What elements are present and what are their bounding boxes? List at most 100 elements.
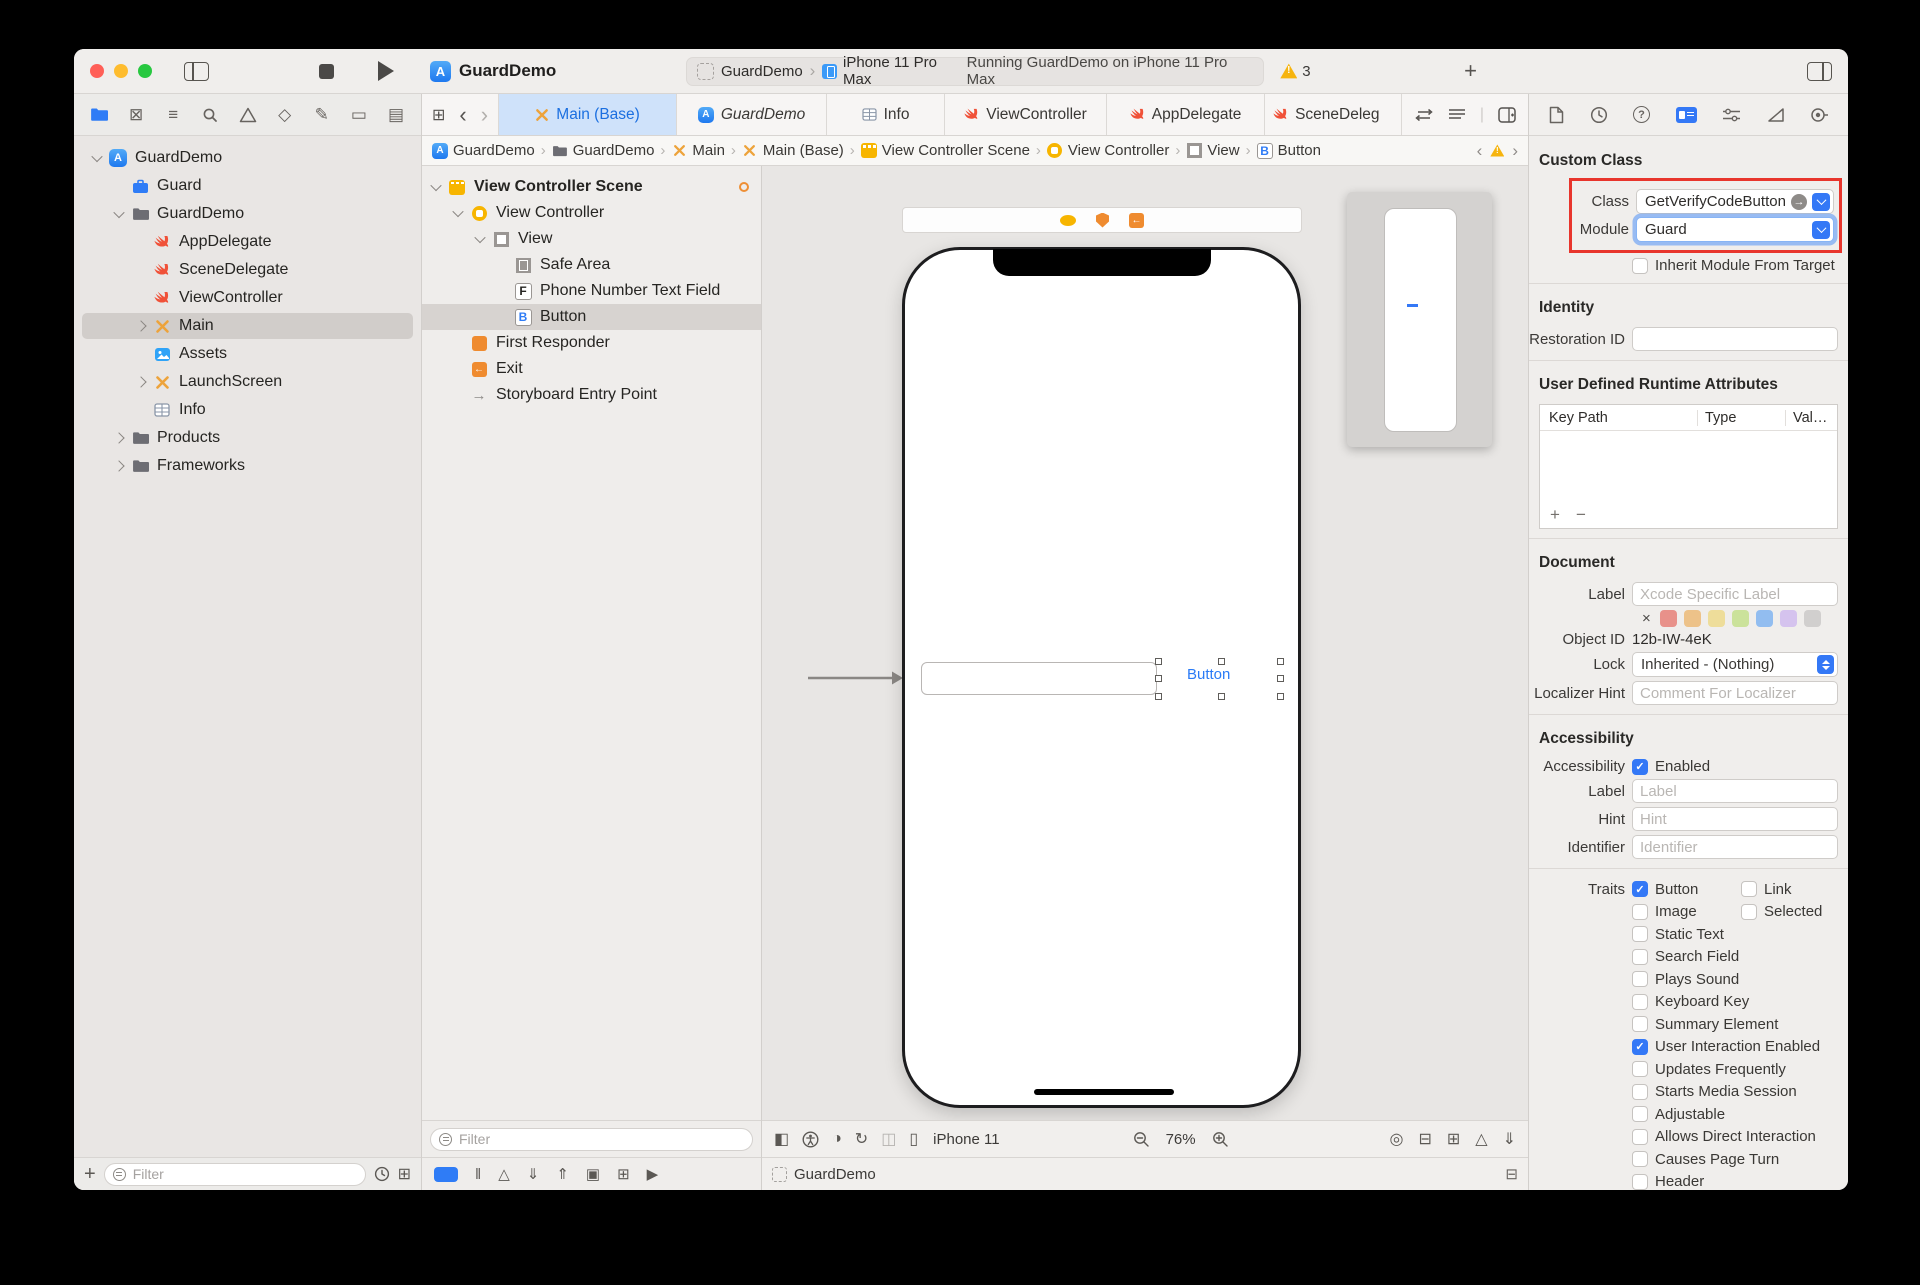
recent-files-icon[interactable] <box>374 1166 390 1182</box>
outline-item-safearea[interactable]: Safe Area <box>422 252 761 278</box>
jump-to-class-icon[interactable]: → <box>1791 194 1807 210</box>
breadcrumb-item[interactable]: View Controller Scene <box>882 142 1030 159</box>
disclosure-open-icon[interactable] <box>474 232 485 243</box>
trait-checkbox-starts-media[interactable] <box>1632 1084 1648 1100</box>
view-controller-dock-icon[interactable] <box>1060 215 1076 226</box>
lock-stepper-icon[interactable] <box>1817 655 1834 674</box>
disclosure-closed-icon[interactable] <box>135 320 146 331</box>
toggle-outline-button[interactable] <box>434 1167 458 1182</box>
disclosure-open-icon[interactable] <box>113 207 124 218</box>
resolve-issues-icon[interactable]: △ <box>1475 1129 1487 1149</box>
filter-scm-icon[interactable]: ⊞ <box>398 1164 411 1184</box>
storyboard-canvas[interactable]: ← Button <box>762 166 1528 1120</box>
orientation-icon[interactable]: ↻ <box>855 1129 868 1149</box>
resolve-autolayout-icon[interactable]: ▶ <box>647 1165 659 1183</box>
project-navigator-icon[interactable] <box>88 104 110 126</box>
disclosure-open-icon[interactable] <box>452 206 463 217</box>
class-field[interactable]: GetVerifyCodeButton → <box>1636 189 1834 214</box>
trait-checkbox-selected[interactable] <box>1741 904 1757 920</box>
find-navigator-icon[interactable] <box>199 104 221 126</box>
tab-appdelegate[interactable]: AppDelegate <box>1107 94 1265 135</box>
trait-checkbox-updates-frequently[interactable] <box>1632 1061 1648 1077</box>
device-bezels-icon[interactable]: ⊟ <box>1505 1165 1518 1183</box>
class-dropdown-icon[interactable] <box>1812 193 1830 211</box>
outline-item-button-selected[interactable]: B Button <box>422 304 761 330</box>
localizer-hint-input[interactable] <box>1632 681 1838 705</box>
trait-checkbox-image[interactable] <box>1632 904 1648 920</box>
add-editor-icon[interactable] <box>1498 107 1516 123</box>
navigator-filter-field[interactable] <box>104 1163 366 1186</box>
toggle-outline-icon[interactable]: ◧ <box>774 1129 789 1149</box>
tree-item-main-selected[interactable]: Main <box>74 312 421 340</box>
outline-item-entrypoint[interactable]: → Storyboard Entry Point <box>422 382 761 408</box>
accessibility-hint-input[interactable] <box>1632 807 1838 831</box>
zoom-out-icon[interactable] <box>1133 1131 1150 1148</box>
color-swatch-blue[interactable] <box>1756 610 1773 627</box>
breakpoint-navigator-icon[interactable]: ▭ <box>348 104 370 126</box>
next-issue-icon[interactable]: › <box>1512 141 1518 161</box>
trait-checkbox-direct-interaction[interactable] <box>1632 1129 1648 1145</box>
disclosure-closed-icon[interactable] <box>113 460 124 471</box>
toggle-inspector-icon[interactable] <box>1807 62 1832 81</box>
run-button[interactable] <box>378 61 394 81</box>
trait-checkbox-page-turn[interactable] <box>1632 1151 1648 1167</box>
trait-checkbox-search-field[interactable] <box>1632 949 1648 965</box>
lock-dropdown[interactable]: Inherited - (Nothing) <box>1632 652 1838 677</box>
tab-guarddemo[interactable]: A GuardDemo <box>677 94 827 135</box>
add-attribute-button[interactable]: + <box>1550 505 1560 525</box>
align-icon[interactable]: ⊟ <box>1418 1129 1431 1149</box>
tree-item-project[interactable]: A GuardDemo <box>74 144 421 172</box>
restoration-id-input[interactable] <box>1632 327 1838 351</box>
device-choice-icon[interactable]: ▯ <box>909 1129 918 1149</box>
zoom-in-icon[interactable] <box>1212 1131 1229 1148</box>
warning-icon[interactable] <box>1490 144 1504 157</box>
outline-item-exit[interactable]: ← Exit <box>422 356 761 382</box>
scheme-name[interactable]: GuardDemo <box>721 63 803 80</box>
trait-checkbox-button[interactable] <box>1632 881 1648 897</box>
zoom-window-button[interactable] <box>138 64 152 78</box>
outline-item-viewcontroller[interactable]: View Controller <box>422 200 761 226</box>
previous-issue-icon[interactable]: ‹ <box>1477 141 1483 161</box>
outline-item-firstresponder[interactable]: First Responder <box>422 330 761 356</box>
color-swatch-purple[interactable] <box>1780 610 1797 627</box>
align-top-icon[interactable]: ⇑ <box>556 1165 569 1183</box>
debug-navigator-icon[interactable]: ✎ <box>311 104 333 126</box>
outline-item-textfield[interactable]: F Phone Number Text Field <box>422 278 761 304</box>
selection-handle[interactable] <box>1218 658 1225 665</box>
selection-handle[interactable] <box>1277 675 1284 682</box>
scheme-device[interactable]: iPhone 11 Pro Max <box>843 54 967 88</box>
phone-number-text-field[interactable] <box>921 662 1157 695</box>
outline-filter-input[interactable] <box>457 1130 744 1148</box>
color-swatch-gray[interactable] <box>1804 610 1821 627</box>
tree-item-launchscreen[interactable]: LaunchScreen <box>74 368 421 396</box>
add-constraints-icon[interactable]: ⊞ <box>1447 1129 1460 1149</box>
trait-checkbox-keyboard-key[interactable] <box>1632 994 1648 1010</box>
module-field[interactable]: Guard <box>1636 217 1834 242</box>
connections-inspector-icon[interactable] <box>1810 107 1828 123</box>
trait-checkbox-link[interactable] <box>1741 881 1757 897</box>
no-color-button[interactable]: × <box>1642 610 1651 627</box>
remove-attribute-button[interactable]: − <box>1576 505 1586 525</box>
pause-layout-icon[interactable]: ‖ <box>475 1166 481 1183</box>
tree-item-info[interactable]: Info <box>74 396 421 424</box>
symbol-navigator-icon[interactable]: ≡ <box>162 104 184 126</box>
tree-item-scenedelegate[interactable]: SceneDelegate <box>74 256 421 284</box>
align-bottom-icon[interactable]: ⇓ <box>527 1165 540 1183</box>
navigator-filter-input[interactable] <box>131 1165 357 1183</box>
tree-item-guard[interactable]: Guard <box>74 172 421 200</box>
code-review-icon[interactable] <box>1414 108 1434 122</box>
toggle-navigator-icon[interactable] <box>184 62 209 81</box>
scheme-selector[interactable]: GuardDemo › iPhone 11 Pro Max Running Gu… <box>686 57 1264 86</box>
test-navigator-icon[interactable]: ◇ <box>274 104 296 126</box>
split-preview-icon[interactable]: ◫ <box>881 1129 896 1149</box>
breadcrumb-item[interactable]: Main (Base) <box>763 142 844 159</box>
breadcrumb-item[interactable]: View <box>1207 142 1239 159</box>
history-inspector-icon[interactable] <box>1590 106 1608 124</box>
constraints-icon[interactable]: ⊞ <box>617 1165 630 1183</box>
trait-checkbox-user-interaction[interactable] <box>1632 1039 1648 1055</box>
tab-info[interactable]: Info <box>827 94 945 135</box>
trait-checkbox-summary-element[interactable] <box>1632 1016 1648 1032</box>
back-button[interactable]: ‹ <box>459 102 466 128</box>
canvas-button[interactable]: Button <box>1187 666 1230 683</box>
forward-button[interactable]: › <box>481 102 488 128</box>
